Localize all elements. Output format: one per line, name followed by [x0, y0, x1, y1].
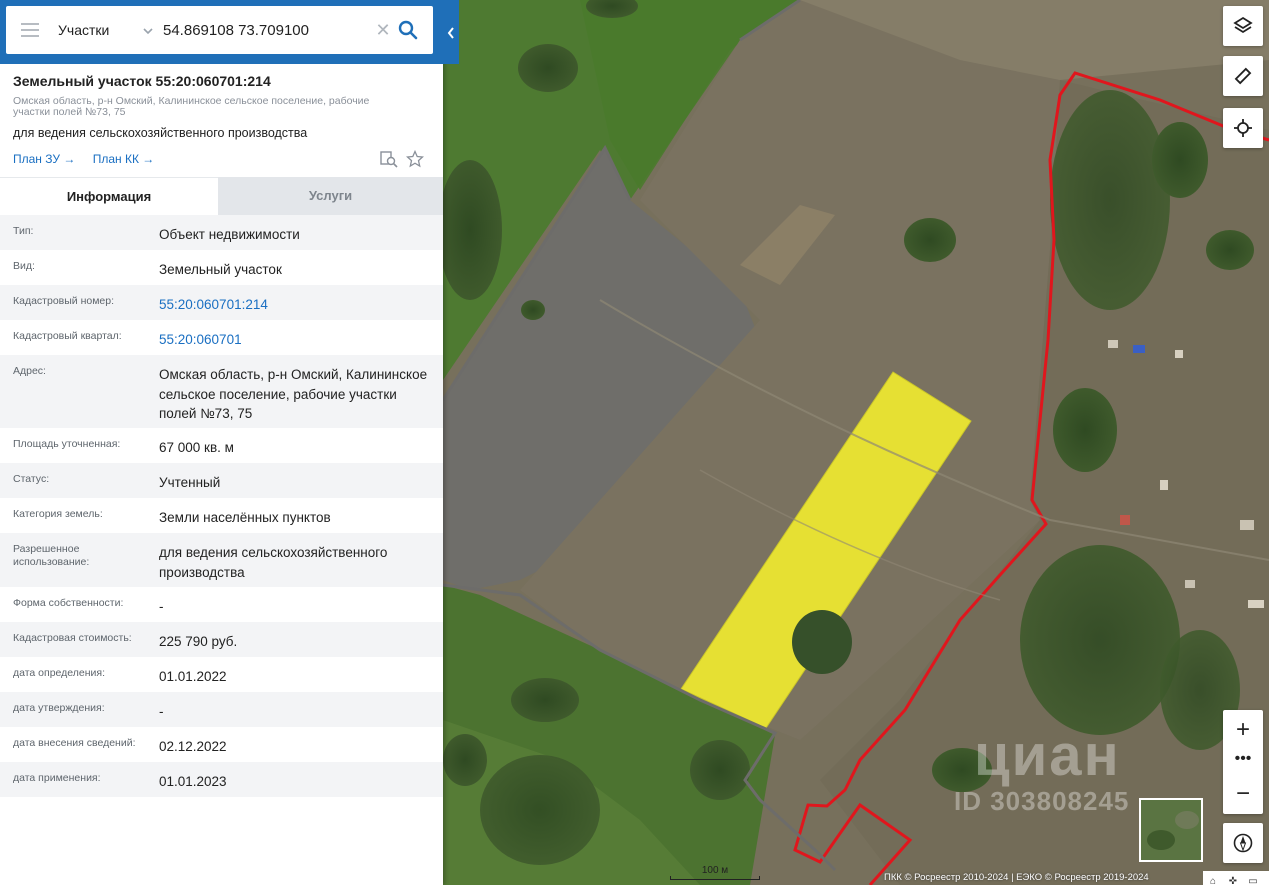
search-type-select[interactable]: Участки — [58, 6, 158, 54]
info-row-value: Объект недвижимости — [159, 227, 300, 242]
search-button[interactable] — [395, 16, 421, 44]
menu-icon[interactable] — [21, 23, 39, 37]
info-row: Категория земель: Земли населённых пункто… — [0, 498, 443, 533]
minimap[interactable] — [1139, 798, 1203, 862]
zoom-in-button[interactable]: + — [1223, 710, 1263, 750]
locate-icon — [1234, 119, 1252, 137]
info-table: Тип: Объект недвижимости Вид: Земельный уча… — [0, 215, 443, 797]
search-bar: Участки ✕ — [0, 0, 459, 64]
parcel-address: Омская область, р-н Омский, Калининское … — [13, 95, 370, 118]
info-row-value: Омская область, р-н Омский, Калининское … — [159, 367, 428, 421]
info-row-label: Кадастровая стоимость: — [13, 632, 132, 644]
parcel-title: Земельный участок 55:20:060701:214 — [13, 73, 271, 89]
locate-small-icon[interactable]: ✜ — [1223, 875, 1243, 885]
scale-bar: 100 м — [670, 866, 760, 880]
favorite-button[interactable] — [405, 149, 425, 168]
info-row-label: Категория земель: — [13, 508, 103, 520]
clear-icon[interactable]: ✕ — [374, 18, 392, 42]
search-type-label: Участки — [58, 22, 110, 38]
info-row-value: 225 790 руб. — [159, 634, 238, 649]
zoom-controls: + ••• − — [1223, 710, 1263, 814]
info-row: Кадастровый номер: 55:20:060701:214 — [0, 285, 443, 320]
info-row-value: для ведения сельскохозяйственного произв… — [159, 545, 388, 580]
info-row-link[interactable]: 55:20:060701 — [159, 330, 429, 350]
tab-info[interactable]: Информация — [0, 177, 218, 215]
info-row: дата определения: 01.01.2022 — [0, 657, 443, 692]
info-row-label: Форма собственности: — [13, 597, 124, 609]
info-row-label: Адрес: — [13, 365, 46, 377]
info-row-label: Кадастровый номер: — [13, 295, 115, 307]
chevron-down-icon — [142, 6, 154, 54]
info-panel: Участки ✕ Земельный участок 55:20:060701… — [0, 0, 459, 885]
info-row-value: Земельный участок — [159, 262, 282, 277]
compass-button[interactable] — [1223, 823, 1263, 863]
info-row-value: Учтенный — [159, 475, 221, 490]
info-row-value: - — [159, 704, 164, 719]
chevron-left-icon — [447, 27, 454, 39]
parcel-header: Земельный участок 55:20:060701:214 Омска… — [0, 64, 443, 177]
scale-line — [670, 876, 760, 880]
info-row: Статус: Учтенный — [0, 463, 443, 498]
layers-icon — [1233, 16, 1253, 34]
info-row: дата утверждения: - — [0, 692, 443, 727]
ruler-icon — [1234, 67, 1252, 85]
bottom-toolbar: ⌂ ✜ ▭ — [1203, 871, 1269, 885]
locate-button[interactable] — [1223, 108, 1263, 148]
info-row-label: Кадастровый квартал: — [13, 330, 122, 342]
info-row: Вид: Земельный участок — [0, 250, 443, 285]
fullscreen-icon[interactable]: ▭ — [1243, 875, 1263, 885]
zoom-to-parcel-button[interactable] — [380, 150, 398, 168]
info-row-label: дата утверждения: — [13, 702, 105, 714]
scale-label: 100 м — [701, 865, 729, 876]
plan-kk-link[interactable]: План КК → — [93, 152, 155, 166]
info-row: Разрешенное использование: для ведения се… — [0, 533, 443, 587]
info-row-label: Вид: — [13, 260, 35, 272]
zoom-out-button[interactable]: − — [1223, 774, 1263, 814]
zoom-more-button[interactable]: ••• — [1223, 750, 1263, 774]
layers-button[interactable] — [1223, 6, 1263, 46]
info-row-link[interactable]: 55:20:060701:214 — [159, 295, 429, 315]
info-row-label: дата внесения сведений: — [13, 737, 136, 749]
star-icon — [405, 149, 425, 168]
info-row: Адрес: Омская область, р-н Омский, Калини… — [0, 355, 443, 428]
info-row: Кадастровый квартал: 55:20:060701 — [0, 320, 443, 355]
info-row-label: Тип: — [13, 225, 34, 237]
search-icon — [398, 20, 418, 40]
tab-services[interactable]: Услуги — [218, 177, 443, 215]
ruler-button[interactable] — [1223, 56, 1263, 96]
minimap-imagery — [1141, 800, 1201, 860]
info-row-value: 67 000 кв. м — [159, 440, 234, 455]
plan-zu-link[interactable]: План ЗУ → — [13, 152, 75, 166]
parcel-usage: для ведения сельскохозяйственного произв… — [13, 126, 308, 140]
info-row-label: дата применения: — [13, 772, 101, 784]
info-row-value: 01.01.2022 — [159, 669, 227, 684]
map-attribution: ПКК © Росреестр 2010-2024 | ЕЭКО © Росре… — [884, 872, 1149, 883]
info-row: дата применения: 01.01.2023 — [0, 762, 443, 797]
info-row-label: Статус: — [13, 473, 50, 485]
search-box: Участки ✕ — [6, 6, 433, 54]
panel-tabs: Информация Услуги — [0, 177, 443, 215]
compass-icon — [1233, 833, 1253, 853]
info-row: Тип: Объект недвижимости — [0, 215, 443, 250]
info-row: дата внесения сведений: 02.12.2022 — [0, 727, 443, 762]
info-row-label: Площадь уточненная: — [13, 438, 121, 450]
parcel-links: План ЗУ → План КК → — [13, 152, 168, 166]
info-row: Кадастровая стоимость: 225 790 руб. — [0, 622, 443, 657]
collapse-panel-button[interactable] — [443, 14, 459, 50]
info-row-value: - — [159, 599, 164, 614]
info-row: Форма собственности: - — [0, 587, 443, 622]
search-map-icon — [380, 151, 398, 168]
info-row-value: 01.01.2023 — [159, 774, 227, 789]
info-row-value: Земли населённых пунктов — [159, 510, 331, 525]
info-row: Площадь уточненная: 67 000 кв. м — [0, 428, 443, 463]
search-input[interactable] — [163, 18, 368, 42]
info-row-label: Разрешенное использование: — [13, 543, 90, 568]
home-icon[interactable]: ⌂ — [1203, 875, 1223, 885]
info-row-label: дата определения: — [13, 667, 106, 679]
info-row-value: 02.12.2022 — [159, 739, 227, 754]
